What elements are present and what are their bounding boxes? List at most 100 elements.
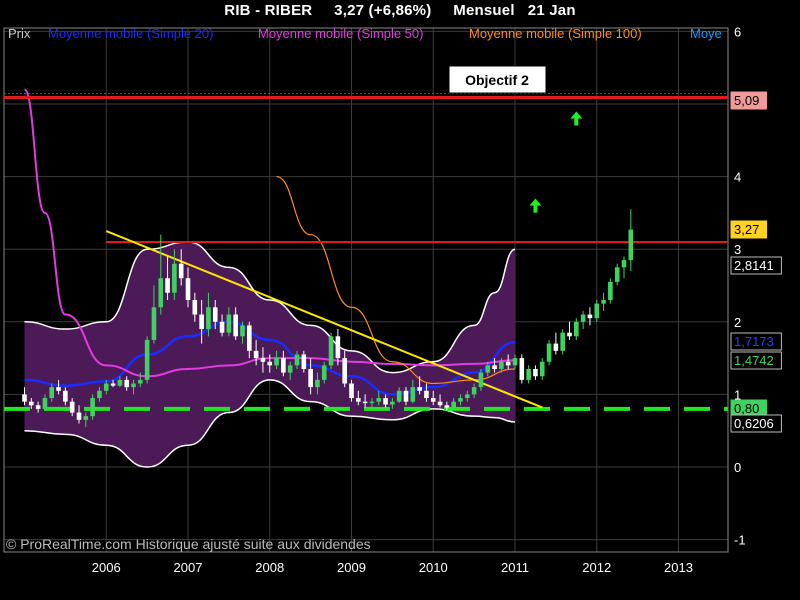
candle-body bbox=[437, 401, 443, 406]
candle-body bbox=[587, 314, 593, 319]
candle-body bbox=[526, 368, 531, 380]
candle-body bbox=[485, 365, 491, 373]
price-tag-label: 0,80 bbox=[734, 401, 759, 416]
x-tick-label: 2008 bbox=[255, 560, 284, 575]
candle-body bbox=[172, 263, 177, 293]
candle-body bbox=[614, 267, 620, 282]
x-tick-label: 2006 bbox=[92, 560, 121, 575]
candle-body bbox=[594, 303, 600, 319]
candle-body bbox=[328, 336, 334, 366]
y-tick-label: 3 bbox=[734, 242, 741, 257]
candle-body bbox=[601, 300, 606, 304]
candle-body bbox=[403, 390, 409, 402]
candle-body bbox=[226, 314, 232, 333]
candle-body bbox=[158, 278, 164, 308]
x-tick-label: 2007 bbox=[174, 560, 203, 575]
price-tag-label: 5,09 bbox=[734, 93, 759, 108]
x-tick-label: 2009 bbox=[337, 560, 366, 575]
candle-body bbox=[430, 398, 436, 402]
candle-body bbox=[301, 354, 307, 369]
objective-label: Objectif 2 bbox=[465, 72, 529, 88]
candle-body bbox=[390, 401, 395, 405]
x-tick-label: 2013 bbox=[664, 560, 693, 575]
candle-body bbox=[131, 383, 136, 388]
candle-body bbox=[124, 379, 129, 388]
candle-body bbox=[539, 361, 545, 377]
plot-border bbox=[3, 27, 729, 553]
candle-body bbox=[63, 390, 68, 402]
y-tick-label: -1 bbox=[734, 533, 746, 548]
markers bbox=[529, 111, 583, 213]
candle-body bbox=[240, 325, 245, 337]
candle-body bbox=[519, 358, 525, 380]
x-tick-label: 2011 bbox=[501, 560, 529, 575]
legend-ma100: Moyenne mobile (Simple 100) bbox=[469, 26, 642, 41]
candle-body bbox=[267, 361, 273, 366]
price-tag-label: 1,4742 bbox=[734, 353, 774, 368]
candle-body bbox=[69, 401, 75, 413]
candle-body bbox=[553, 343, 559, 351]
candle-body bbox=[117, 379, 123, 386]
objective-annotation: Objectif 2 bbox=[448, 65, 547, 94]
candle-body bbox=[29, 401, 34, 406]
candle-body bbox=[274, 358, 279, 366]
candle-body bbox=[178, 263, 184, 279]
legend: Prix Moyenne mobile (Simple 20) Moyenne … bbox=[8, 26, 722, 41]
y-tick-label: 6 bbox=[734, 24, 741, 39]
candle-body bbox=[90, 398, 95, 417]
candle-body bbox=[233, 314, 238, 337]
candle-body bbox=[110, 383, 116, 386]
candle-body bbox=[621, 260, 627, 268]
legend-ma20: Moyenne mobile (Simple 20) bbox=[48, 26, 213, 41]
candle-body bbox=[376, 398, 382, 402]
candle-body bbox=[444, 405, 450, 408]
grid bbox=[3, 27, 729, 553]
candle-body bbox=[471, 387, 477, 395]
candle-body bbox=[533, 368, 538, 377]
candle-body bbox=[574, 321, 579, 337]
candle-body bbox=[56, 387, 61, 391]
candle-body bbox=[144, 339, 150, 380]
candle-body bbox=[321, 365, 327, 380]
price-tag-label: 3,27 bbox=[734, 222, 759, 237]
candle-body bbox=[499, 361, 504, 369]
candle-body bbox=[349, 383, 354, 399]
candle-body bbox=[294, 354, 300, 366]
y-tick-label: 0 bbox=[734, 460, 741, 475]
candle-body bbox=[512, 358, 518, 366]
price-chart[interactable]: -10123456 200620072008200920102011201220… bbox=[0, 0, 800, 600]
price-tag-label: 0,6206 bbox=[734, 416, 774, 431]
candle-body bbox=[165, 278, 170, 293]
candle-body bbox=[362, 401, 368, 404]
x-tick-label: 2012 bbox=[582, 560, 611, 575]
candle-body bbox=[465, 394, 470, 399]
candle-body bbox=[103, 383, 109, 391]
candle-body bbox=[410, 387, 416, 402]
candle-body bbox=[219, 321, 225, 333]
candle-body bbox=[505, 361, 511, 366]
candle-body bbox=[492, 365, 497, 369]
price-tags: 5,09 3,27 2,8141 1,7173 1,4742 0,800,6206 bbox=[730, 91, 782, 433]
candle-body bbox=[206, 307, 211, 330]
candle-body bbox=[458, 398, 463, 402]
candle-body bbox=[608, 281, 613, 301]
y-tick-label: 4 bbox=[734, 170, 741, 185]
candle-body bbox=[192, 300, 198, 315]
candle-body bbox=[151, 307, 157, 340]
candle-body bbox=[247, 325, 252, 351]
candle-body bbox=[342, 358, 347, 384]
candle-body bbox=[49, 387, 55, 399]
candle-body bbox=[315, 379, 320, 388]
candle-body bbox=[383, 398, 388, 405]
candle-body bbox=[628, 229, 634, 261]
candle-body bbox=[185, 278, 191, 301]
legend-ma50: Moyenne mobile (Simple 50) bbox=[258, 26, 423, 41]
price-tag-label: 1,7173 bbox=[734, 334, 774, 349]
candle-body bbox=[83, 416, 89, 420]
candle-body bbox=[417, 387, 422, 391]
watermark: © ProRealTime.com Historique ajusté suit… bbox=[6, 536, 371, 552]
candle-body bbox=[35, 405, 41, 409]
candle-body bbox=[369, 401, 375, 404]
candle-body bbox=[396, 390, 402, 402]
candle-body bbox=[335, 336, 341, 359]
